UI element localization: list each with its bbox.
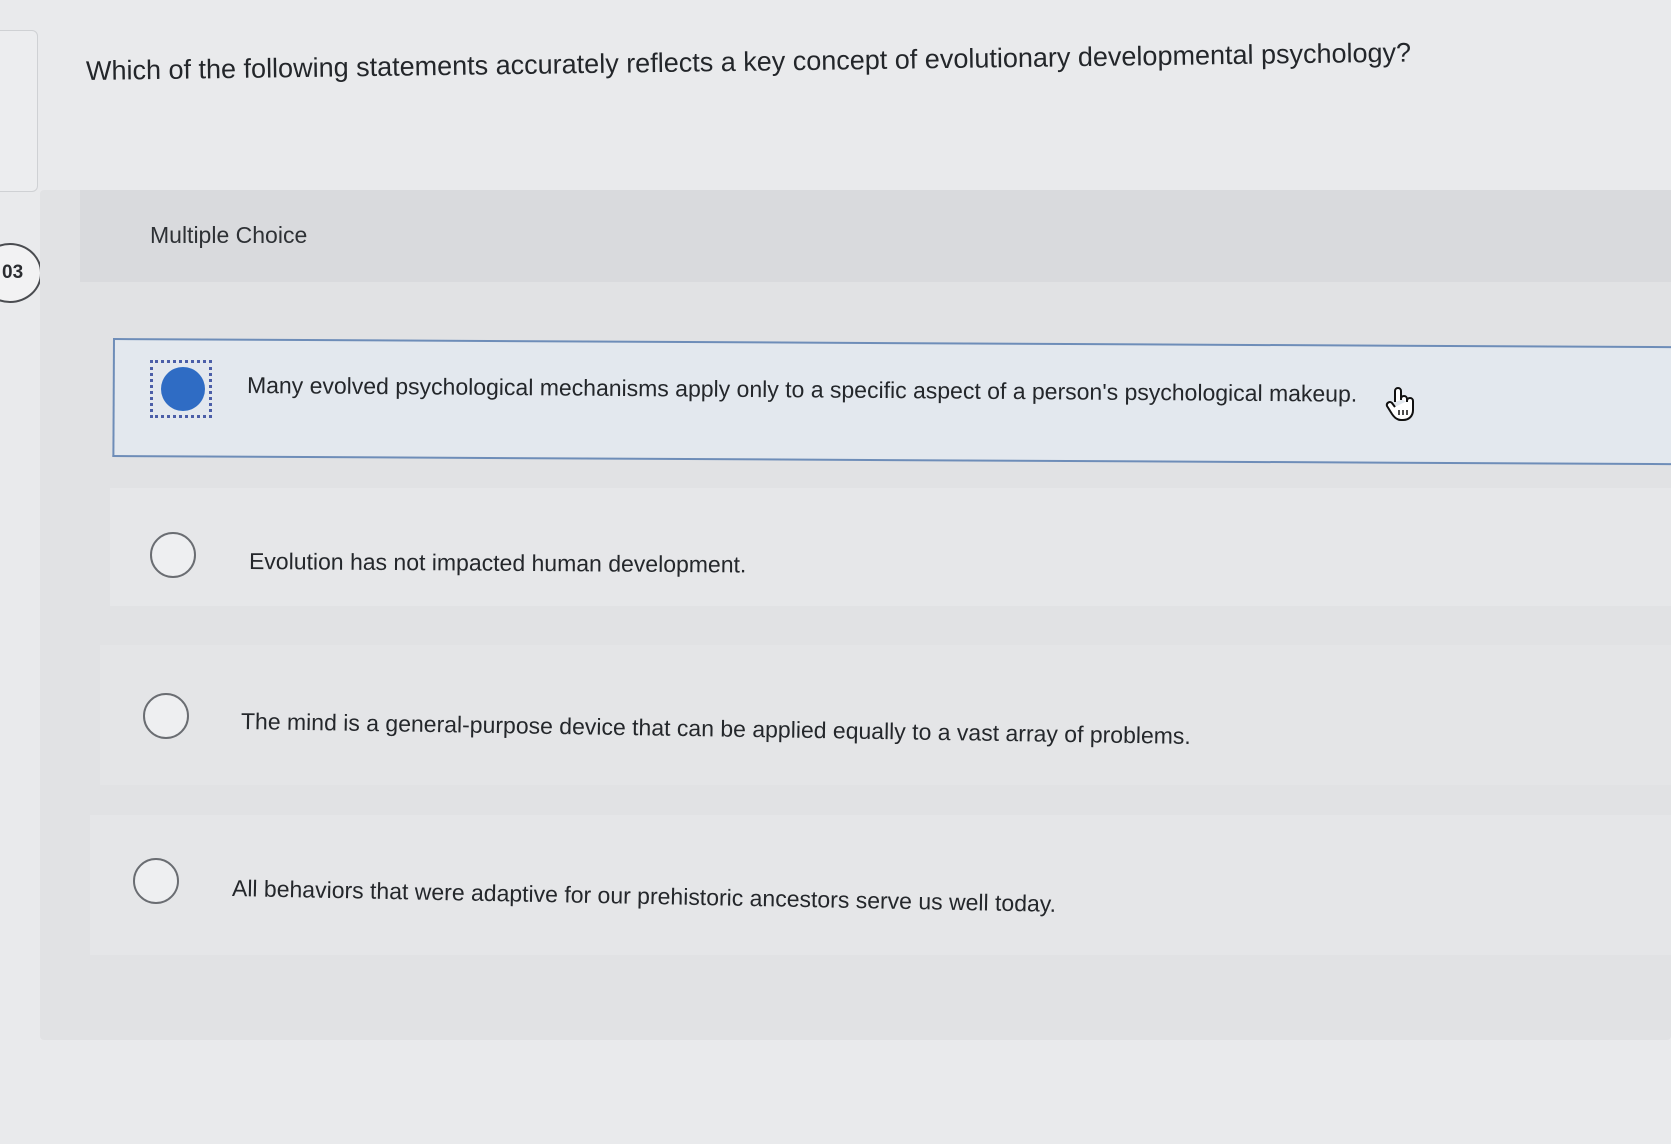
radio-button-2[interactable] (150, 532, 196, 578)
side-panel-tab (0, 30, 38, 192)
radio-button-4[interactable] (133, 858, 179, 904)
radio-focus-ring[interactable] (150, 360, 212, 418)
question-number-badge[interactable]: 03 (0, 243, 42, 303)
radio-button-selected[interactable] (161, 367, 205, 411)
question-number: 03 (2, 262, 24, 283)
answer-panel-header (80, 190, 1671, 282)
question-text: Which of the following statements accura… (85, 37, 1412, 86)
question-type-label: Multiple Choice (150, 222, 308, 248)
answer-option-2[interactable] (110, 488, 1671, 606)
radio-button-3[interactable] (143, 693, 189, 739)
hand-pointer-icon (1385, 387, 1414, 421)
answer-option-2-label[interactable]: Evolution has not impacted human develop… (249, 548, 747, 578)
